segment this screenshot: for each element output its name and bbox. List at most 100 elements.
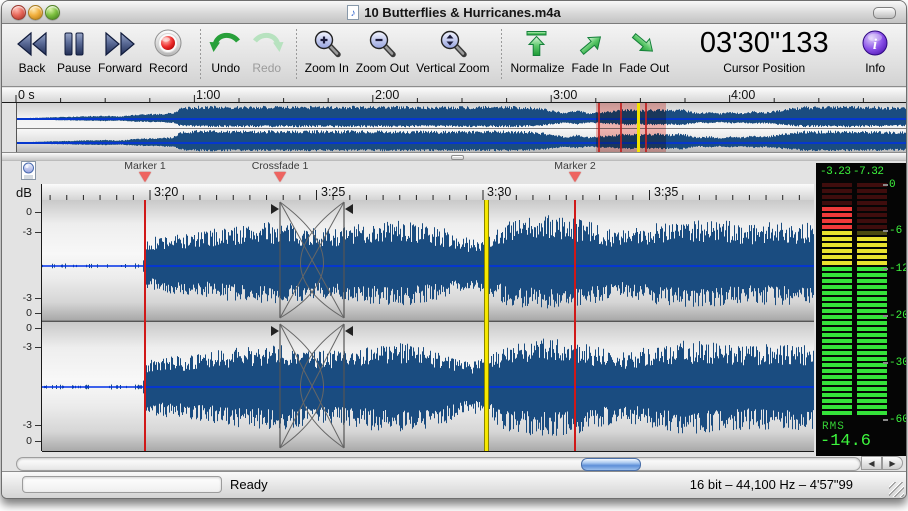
redo-button[interactable]: Redo [250,27,284,75]
normalize-button[interactable]: Normalize [510,27,564,75]
meter-segment [857,387,887,391]
vertical-zoom-icon [437,27,469,60]
scrollbar-track[interactable] [16,457,861,471]
db-scale-tick [35,212,41,213]
meter-segment [822,231,852,235]
fade-out-icon [627,27,661,60]
info-icon: i [860,27,890,60]
forward-button[interactable]: Forward [98,27,142,75]
time-ruler-label: 3:25 [321,185,345,199]
db-scale: 0-3-300-3-30 [2,184,42,451]
meter-segment [822,333,852,337]
level-meter-panel: -3.23 -7.32 RMS -14.6 0-6-12-20-30-60 [816,163,907,456]
back-label: Back [19,61,46,75]
meter-segment [857,279,887,283]
titlebar[interactable]: ♪ 10 Butterflies & Hurricanes.m4a [2,1,906,24]
overview-ruler-ticks [2,88,906,102]
status-bar: Ready 16 bit – 44,100 Hz – 4'57"99 [2,471,906,499]
toolbar-toggle-button[interactable] [873,7,896,19]
meter-segment [822,285,852,289]
window-title: 10 Butterflies & Hurricanes.m4a [364,5,561,20]
record-icon [151,27,185,60]
pause-button[interactable]: Pause [57,27,91,75]
meter-segment [857,207,887,211]
meter-segment [822,189,852,193]
db-scale-label: -3 [23,292,32,304]
zoom-button[interactable] [45,5,60,20]
cursor-position-display: 03'30"133 Cursor Position [690,27,838,75]
file-proxy-icon[interactable] [20,161,37,182]
meter-segment [822,207,852,211]
back-button[interactable]: Back [14,27,50,75]
meter-scale-tick [883,315,888,317]
close-button[interactable] [11,5,26,20]
meter-segment [822,201,852,205]
window-title-group: ♪ 10 Butterflies & Hurricanes.m4a [347,5,561,20]
scrollbar-thumb[interactable] [581,458,641,471]
meter-segment [857,309,887,313]
meter-segment [857,243,887,247]
marker-flag[interactable] [569,172,581,182]
svg-text:♪: ♪ [351,8,356,19]
undo-icon [209,27,243,60]
rms-value: -14.6 [820,432,871,451]
db-scale-label: -3 [23,341,32,353]
overview-selection[interactable] [596,103,666,152]
toolbar-separator [296,29,297,81]
marker-flag[interactable] [139,172,151,182]
db-scale-tick [35,347,41,348]
scroll-left-button[interactable]: ◀ [861,456,882,470]
meter-segment [857,357,887,361]
scroll-right-button[interactable]: ▶ [882,456,903,470]
meter-segment [822,375,852,379]
zoom-in-icon [311,27,343,60]
meter-segment [822,381,852,385]
meter-scale-tick [883,184,888,186]
info-button[interactable]: i Info [860,27,890,75]
pause-icon [59,27,89,60]
db-scale-label: 0 [26,322,32,334]
zoom-out-button[interactable]: Zoom Out [356,27,409,75]
waveform-editor[interactable] [42,200,814,452]
time-ruler[interactable]: 3:203:253:303:35 [42,184,814,201]
crossfade-handle-right[interactable] [345,204,353,214]
minimize-button[interactable] [28,5,43,20]
marker-label: Marker 2 [554,160,595,172]
meter-segment [822,237,852,241]
overview-waveform[interactable] [16,103,907,152]
db-scale-tick [35,313,41,314]
meter-segment [857,393,887,397]
meter-segment [822,351,852,355]
resize-grip[interactable] [889,482,904,497]
crossfade-handle-right[interactable] [345,326,353,336]
meter-scale-label: -12 [889,263,907,275]
crossfade-handle-left[interactable] [271,326,279,336]
overview-ruler-label: 0 s [18,88,35,102]
marker-flag[interactable] [274,172,286,182]
meter-segment [857,303,887,307]
vertical-zoom-button[interactable]: Vertical Zoom [416,27,489,75]
fade-in-icon [575,27,609,60]
status-text: Ready [230,477,268,492]
meter-segment [822,219,852,223]
marker-label: Crossfade 1 [252,160,309,172]
fade-out-button[interactable]: Fade Out [619,27,669,75]
fade-in-button[interactable]: Fade In [571,27,612,75]
zoom-in-button[interactable]: Zoom In [305,27,349,75]
db-scale-tick [35,298,41,299]
marker-line [574,200,576,451]
crossfade-handle-left[interactable] [271,204,279,214]
meter-segment [822,255,852,259]
overview-time-ruler[interactable]: 0 s1:002:003:004:00 [2,88,906,103]
overview-waveform-svg [17,103,907,152]
meter-segment [822,393,852,397]
overview-ruler-label: 3:00 [553,88,577,102]
meter-segment [822,369,852,373]
db-scale-label: 0 [26,435,32,447]
meter-segment [857,255,887,259]
overview-ruler-label: 1:00 [196,88,220,102]
undo-button[interactable]: Undo [209,27,243,75]
record-button[interactable]: Record [149,27,188,75]
markers-row: Marker 1Crossfade 1Marker 2 [42,159,814,184]
meter-segment [857,375,887,379]
